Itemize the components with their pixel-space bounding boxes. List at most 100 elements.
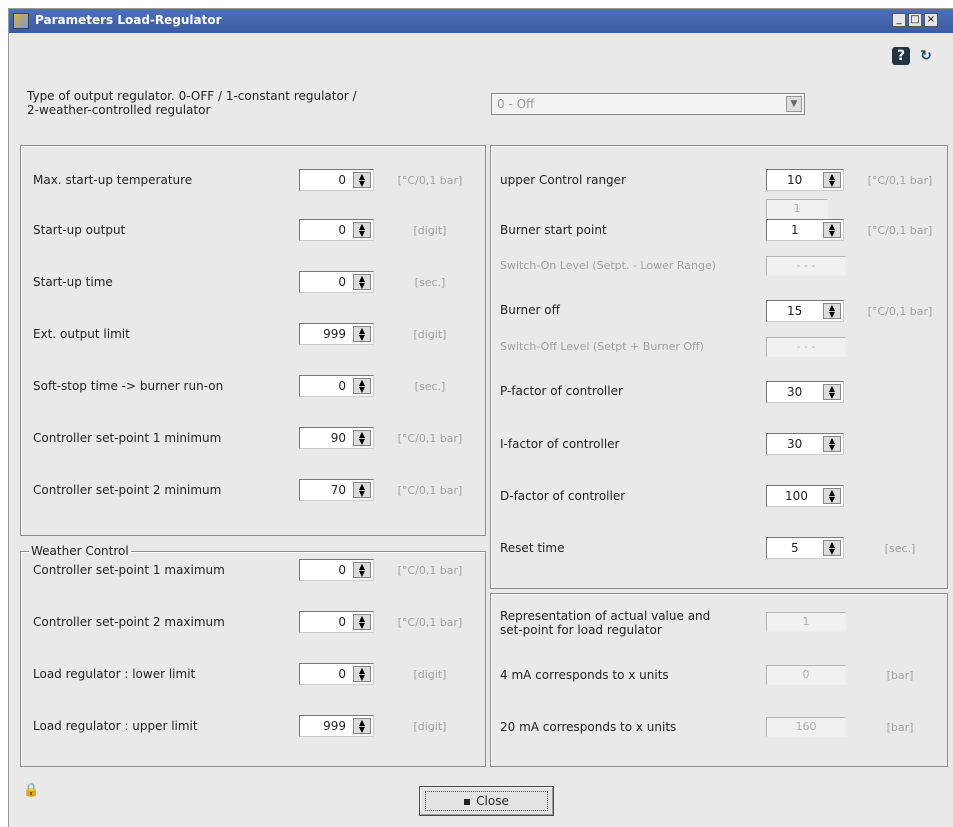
unit-label: [bar] bbox=[886, 669, 914, 682]
regulator-type-select[interactable]: 0 - Off ▼ bbox=[491, 93, 805, 115]
spin-value: 0 bbox=[338, 667, 346, 681]
unit-label: [sec.] bbox=[414, 380, 446, 393]
spinner-arrows-icon[interactable]: ▲ ▼ bbox=[353, 378, 371, 394]
spin-startup-time[interactable]: 0 ▲ ▼ bbox=[299, 271, 374, 293]
spinner-arrows-icon[interactable]: ▲ ▼ bbox=[353, 172, 371, 188]
spin-upper-control-range[interactable]: 10 ▲ ▼ bbox=[766, 169, 844, 191]
right-row-label: P-factor of controller bbox=[500, 384, 623, 398]
spin-burner-start-point[interactable]: 1 ▲ ▼ bbox=[766, 219, 844, 241]
spin-i-factor[interactable]: 30 ▲ ▼ bbox=[766, 433, 844, 455]
unit-label: [°C/0,1 bar] bbox=[397, 432, 463, 445]
refresh-icon[interactable]: ↻ bbox=[917, 47, 935, 65]
unit-label: [°C/0,1 bar] bbox=[397, 484, 463, 497]
unit-label: [°C/0,1 bar] bbox=[867, 174, 933, 187]
unit-label: [sec.] bbox=[414, 276, 446, 289]
unit-label: [bar] bbox=[886, 721, 914, 734]
spinner-arrows-icon[interactable]: ▲ ▼ bbox=[353, 666, 371, 682]
unit-label: [digit] bbox=[413, 668, 447, 681]
spinner-arrows-icon[interactable]: ▲ ▼ bbox=[353, 222, 371, 238]
spin-d-factor[interactable]: 100 ▲ ▼ bbox=[766, 485, 844, 507]
maximize-button[interactable]: □ bbox=[908, 13, 922, 27]
weather-row-label: Controller set-point 1 maximum bbox=[33, 563, 225, 577]
spinner-arrows-icon[interactable]: ▲ ▼ bbox=[353, 482, 371, 498]
spin-startup-output[interactable]: 0 ▲ ▼ bbox=[299, 219, 374, 241]
spin-burner-off[interactable]: 15 ▲ ▼ bbox=[766, 300, 844, 322]
spin-max-startup-temperature[interactable]: 0 ▲ ▼ bbox=[299, 169, 374, 191]
spin-reset-time[interactable]: 5 ▲ ▼ bbox=[766, 537, 844, 559]
spinner-arrows-icon[interactable]: ▲ ▼ bbox=[353, 718, 371, 734]
left-row-label: Controller set-point 2 minimum bbox=[33, 483, 222, 497]
spin-setpoint2-maximum[interactable]: 0 ▲ ▼ bbox=[299, 611, 374, 633]
burner-start-readonly: 1 bbox=[766, 199, 828, 219]
spinner-arrows-icon[interactable]: ▲ ▼ bbox=[353, 614, 371, 630]
right-row-label: upper Control ranger bbox=[500, 173, 626, 187]
unit-label: [°C/0,1 bar] bbox=[867, 224, 933, 237]
spinner-arrows-icon[interactable]: ▲ ▼ bbox=[823, 488, 841, 504]
regulator-type-label: Type of output regulator. 0-OFF / 1-cons… bbox=[27, 89, 417, 117]
spin-setpoint2-minimum[interactable]: 70 ▲ ▼ bbox=[299, 479, 374, 501]
spinner-arrows-icon[interactable]: ▲ ▼ bbox=[823, 436, 841, 452]
help-icon[interactable]: ? bbox=[892, 47, 910, 65]
left-row-label: Soft-stop time -> burner run-on bbox=[33, 379, 224, 393]
spinner-arrows-icon[interactable]: ▲ ▼ bbox=[823, 540, 841, 556]
close-button-focus: Close bbox=[425, 791, 548, 811]
spinner-arrows-icon[interactable]: ▲ ▼ bbox=[353, 274, 371, 290]
left-row-label: Start-up time bbox=[33, 275, 113, 289]
spin-setpoint1-minimum[interactable]: 90 ▲ ▼ bbox=[299, 427, 374, 449]
spin-value: 0 bbox=[338, 275, 346, 289]
unit-label: [sec.] bbox=[884, 542, 916, 555]
ma20-readonly: 160 bbox=[766, 717, 846, 737]
switch-off-readonly: - - - bbox=[766, 337, 846, 357]
left-row-label: Ext. output limit bbox=[33, 327, 130, 341]
unit-label: [°C/0,1 bar] bbox=[397, 174, 463, 187]
spinner-arrows-icon[interactable]: ▲ ▼ bbox=[823, 384, 841, 400]
spinner-arrows-icon[interactable]: ▲ ▼ bbox=[823, 222, 841, 238]
right-row-label: Burner start point bbox=[500, 223, 607, 237]
spinner-arrows-icon[interactable]: ▲ ▼ bbox=[353, 430, 371, 446]
regulator-type-value: 0 - Off bbox=[497, 97, 535, 111]
switch-on-readonly: - - - bbox=[766, 256, 846, 276]
unit-label: [digit] bbox=[413, 224, 447, 237]
spinner-arrows-icon[interactable]: ▲ ▼ bbox=[823, 172, 841, 188]
weather-row-label: Controller set-point 2 maximum bbox=[33, 615, 225, 629]
close-button[interactable]: Close bbox=[419, 786, 554, 816]
spin-value: 0 bbox=[338, 223, 346, 237]
right-row-label: Burner off bbox=[500, 303, 560, 317]
app-icon bbox=[13, 13, 29, 29]
ma4-label: 4 mA corresponds to x units bbox=[500, 668, 669, 682]
spin-value: 0 bbox=[338, 615, 346, 629]
ma4-readonly: 0 bbox=[766, 665, 846, 685]
spin-value: 0 bbox=[338, 563, 346, 577]
regulator-type-label-line2: 2-weather-controlled regulator bbox=[27, 103, 211, 117]
ma20-label: 20 mA corresponds to x units bbox=[500, 720, 677, 734]
spin-ext-output-limit[interactable]: 999 ▲ ▼ bbox=[299, 323, 374, 345]
weather-row-label: Load regulator : lower limit bbox=[33, 667, 196, 681]
spin-setpoint1-maximum[interactable]: 0 ▲ ▼ bbox=[299, 559, 374, 581]
unit-label: [digit] bbox=[413, 328, 447, 341]
spinner-arrows-icon[interactable]: ▲ ▼ bbox=[353, 326, 371, 342]
window-title: Parameters Load-Regulator bbox=[35, 13, 222, 27]
unit-label: [°C/0,1 bar] bbox=[397, 616, 463, 629]
spin-load-upper-limit[interactable]: 999 ▲ ▼ bbox=[299, 715, 374, 737]
unit-label: [°C/0,1 bar] bbox=[867, 305, 933, 318]
spin-value: 90 bbox=[330, 431, 346, 445]
spin-value: 0 bbox=[338, 379, 346, 393]
spinner-arrows-icon[interactable]: ▲ ▼ bbox=[823, 303, 841, 319]
minimize-button[interactable]: _ bbox=[892, 13, 906, 27]
chevron-down-icon[interactable]: ▼ bbox=[786, 96, 802, 112]
lock-icon: 🔒 bbox=[23, 783, 40, 798]
unit-label: [digit] bbox=[413, 720, 447, 733]
right-row-label: Reset time bbox=[500, 541, 565, 555]
parameters-window: Parameters Load-Regulator _ □ × ? ↻ Type… bbox=[8, 8, 953, 827]
spin-value: 0 bbox=[338, 173, 346, 187]
spin-p-factor[interactable]: 30 ▲ ▼ bbox=[766, 381, 844, 403]
spin-load-lower-limit[interactable]: 0 ▲ ▼ bbox=[299, 663, 374, 685]
close-label: Close bbox=[476, 794, 509, 808]
representation-readonly: 1 bbox=[766, 612, 846, 632]
unit-label: [°C/0,1 bar] bbox=[397, 564, 463, 577]
weather-row-label: Load regulator : upper limit bbox=[33, 719, 198, 733]
spinner-arrows-icon[interactable]: ▲ ▼ bbox=[353, 562, 371, 578]
spin-soft-stop-time[interactable]: 0 ▲ ▼ bbox=[299, 375, 374, 397]
close-window-button[interactable]: × bbox=[924, 13, 938, 27]
spin-value: 70 bbox=[330, 483, 346, 497]
